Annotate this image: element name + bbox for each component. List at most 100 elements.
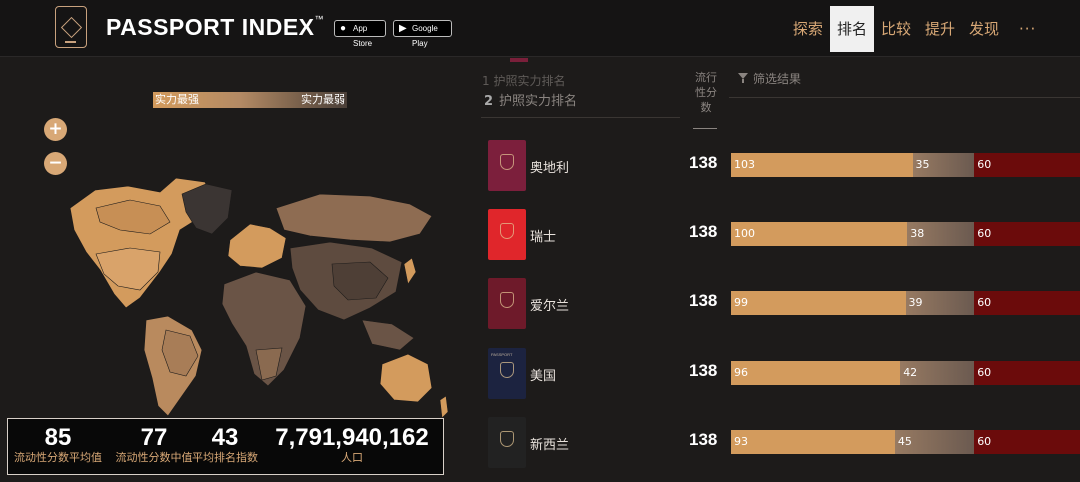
crest-icon: [500, 362, 514, 378]
map-europe: [227, 223, 287, 269]
brand-title[interactable]: PASSPORT INDEX™: [106, 14, 324, 41]
stat-label: 平均排名指数: [192, 451, 258, 464]
app-store-badge[interactable]: ● App Store: [334, 20, 386, 48]
visa-free-segment: 99: [731, 291, 906, 315]
passport-cover-image: [488, 278, 526, 329]
stat-average-rank: 43 平均排名指数: [192, 425, 258, 465]
stat-value: 7,791,940,162: [275, 424, 429, 451]
visa-required-segment: 60: [974, 430, 1080, 454]
filter-icon: [738, 73, 748, 83]
ranking-row[interactable]: 爱尔兰 138 99 39 60: [488, 278, 1080, 330]
play-icon: ▶: [399, 23, 407, 34]
map-greenland: [181, 183, 233, 235]
visa-required-segment: 60: [974, 153, 1080, 177]
filter-bar[interactable]: 筛选结果: [729, 58, 1080, 98]
country-name[interactable]: 新西兰: [530, 434, 569, 453]
visa-on-arrival-segment: 38: [907, 222, 975, 246]
stat-value: 43: [211, 424, 239, 451]
filter-label: 筛选结果: [753, 72, 802, 86]
visa-free-segment: 100: [731, 222, 908, 246]
passport-cover-image: PASSPORT: [488, 348, 526, 399]
divider: [693, 128, 717, 129]
crest-icon: [500, 292, 514, 308]
country-name[interactable]: 爱尔兰: [530, 295, 569, 314]
country-name[interactable]: 奥地利: [530, 157, 569, 176]
stat-average-mobility: 85 流动性分数平均值: [12, 425, 104, 465]
stat-label: 流动性分数中值: [115, 451, 193, 464]
brand-text: PASSPORT INDEX: [106, 14, 315, 40]
rank-heading-label: 护照实力排名: [499, 94, 578, 109]
ranking-row[interactable]: 奥地利 138 103 35 60: [488, 140, 1080, 192]
visa-on-arrival-segment: 45: [894, 430, 975, 454]
nav-ranking[interactable]: 排名: [829, 6, 874, 52]
mobility-score: 138: [689, 222, 718, 241]
country-name[interactable]: 瑞士: [530, 226, 556, 245]
google-play-badge[interactable]: ▶ Google Play: [393, 20, 452, 48]
visa-required-segment: 60: [974, 291, 1080, 315]
stat-label: 流动性分数平均值: [14, 451, 102, 464]
visa-required-segment: 60: [974, 361, 1080, 385]
visa-free-segment: 96: [731, 361, 901, 385]
visa-breakdown-bar[interactable]: 93 45 60: [731, 430, 1080, 454]
nav-discover[interactable]: 发现: [962, 6, 1006, 52]
map-russia: [275, 193, 433, 243]
visa-breakdown-bar[interactable]: 96 42 60: [731, 361, 1080, 385]
passport-cover-partial: [510, 58, 528, 62]
stat-value: 77: [140, 424, 168, 451]
visa-on-arrival-segment: 42: [900, 361, 975, 385]
nav-compare[interactable]: 比较: [874, 6, 918, 52]
visa-on-arrival-segment: 39: [905, 291, 975, 315]
visa-required-segment: 60: [974, 222, 1080, 246]
trademark: ™: [314, 14, 324, 24]
visa-breakdown-bar[interactable]: 100 38 60: [731, 222, 1080, 246]
passport-logo-icon[interactable]: [55, 6, 87, 48]
ranking-row[interactable]: 新西兰 138 93 45 60: [488, 417, 1080, 469]
nav-explore[interactable]: 探索: [786, 6, 830, 52]
map-new-zealand: [439, 395, 449, 419]
mobility-score: 138: [689, 291, 718, 310]
visa-on-arrival-segment: 35: [912, 153, 975, 177]
ranking-row[interactable]: PASSPORT 美国 138 96 42 60: [488, 348, 1080, 400]
mobility-score: 138: [689, 153, 718, 172]
app-store-label: App Store: [353, 24, 373, 48]
crest-icon: [500, 431, 514, 447]
map-australia: [379, 353, 433, 403]
apple-icon: ●: [340, 23, 347, 34]
more-menu-icon[interactable]: ···: [1012, 6, 1038, 52]
passport-cover-image: [488, 209, 526, 260]
visa-free-segment: 103: [731, 153, 913, 177]
stat-median-mobility: 77 流动性分数中值: [108, 425, 200, 465]
passport-cover-text: PASSPORT: [491, 352, 513, 357]
global-stats-box: 85 流动性分数平均值 77 流动性分数中值 43 平均排名指数 7,791,9…: [7, 418, 444, 475]
stat-value: 85: [44, 424, 72, 451]
crest-icon: [500, 223, 514, 239]
country-name[interactable]: 美国: [530, 365, 556, 384]
zoom-in-button[interactable]: +: [44, 118, 67, 141]
divider: [481, 117, 680, 118]
visa-breakdown-bar[interactable]: 103 35 60: [731, 153, 1080, 177]
nav-improve[interactable]: 提升: [918, 6, 962, 52]
rank-number: 2: [484, 94, 494, 109]
rank-heading[interactable]: 2 护照实力排名: [484, 90, 577, 109]
legend-weak-label: 实力最弱: [301, 93, 345, 106]
map-japan: [403, 257, 417, 285]
score-column-header[interactable]: 流行性分数: [690, 70, 722, 115]
visa-free-segment: 93: [731, 430, 895, 454]
previous-rank-heading[interactable]: 1 护照实力排名: [482, 72, 565, 89]
main-nav: 探索 排名 比较 提升 发现 ···: [786, 6, 1038, 52]
ranking-row[interactable]: 瑞士 138 100 38 60: [488, 209, 1080, 261]
app-root: PASSPORT INDEX™ ● App Store ▶ Google Pla…: [0, 0, 1080, 482]
top-header: PASSPORT INDEX™ ● App Store ▶ Google Pla…: [0, 0, 1080, 57]
mobility-score: 138: [689, 361, 718, 380]
mobility-score: 138: [689, 430, 718, 449]
visa-breakdown-bar[interactable]: 99 39 60: [731, 291, 1080, 315]
zoom-out-button[interactable]: −: [44, 152, 67, 175]
legend-strong-label: 实力最强: [155, 93, 199, 106]
world-map-panel: 实力最强 实力最弱 + − 85 流动性分数平均值 77 流动性分数中值 43 …: [0, 58, 455, 482]
passport-cover-image: [488, 417, 526, 468]
map-legend: 实力最强 实力最弱: [153, 92, 347, 108]
map-southeast-asia: [361, 319, 415, 351]
google-play-label: Google Play: [412, 24, 438, 48]
passport-cover-image: [488, 140, 526, 191]
stat-label: 人口: [341, 451, 363, 464]
